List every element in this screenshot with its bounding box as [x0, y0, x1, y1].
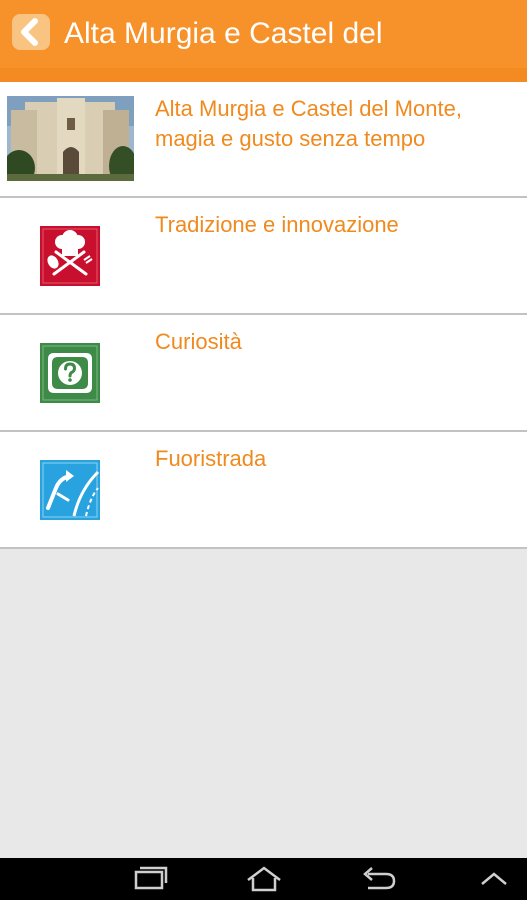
back-icon	[363, 867, 396, 890]
home-button[interactable]	[240, 864, 288, 894]
list-item-label: Fuoristrada	[155, 446, 267, 471]
app-bar-shadow	[0, 68, 527, 82]
up-chevron-icon	[481, 872, 507, 885]
page-title: Alta Murgia e Castel del	[64, 17, 383, 50]
recent-apps-icon	[134, 866, 168, 890]
question-icon	[40, 343, 100, 403]
back-nav-button[interactable]	[354, 864, 402, 894]
chevron-left-icon	[21, 18, 38, 46]
list-item-label: Curiosità	[155, 329, 242, 354]
back-button[interactable]	[12, 14, 50, 50]
list-item-alta-murgia[interactable]: Alta Murgia e Castel del Monte, magia e …	[0, 82, 527, 198]
system-nav-bar	[0, 858, 527, 900]
content-list: Alta Murgia e Castel del Monte, magia e …	[0, 82, 527, 549]
home-icon	[247, 866, 281, 892]
recent-apps-button[interactable]	[126, 864, 174, 894]
list-item-curiosita[interactable]: Curiosità	[0, 315, 527, 432]
list-item-fuoristrada[interactable]: Fuoristrada	[0, 432, 527, 549]
up-chevron-button[interactable]	[470, 864, 518, 894]
list-item-tradizione[interactable]: Tradizione e innovazione	[0, 198, 527, 315]
list-item-label: Alta Murgia e Castel del Monte, magia e …	[155, 96, 462, 151]
app-bar: Alta Murgia e Castel del	[0, 0, 527, 68]
castle-photo	[7, 96, 134, 181]
offroad-road-icon	[40, 460, 100, 520]
list-item-label: Tradizione e innovazione	[155, 212, 399, 237]
chef-hat-icon	[40, 226, 100, 286]
